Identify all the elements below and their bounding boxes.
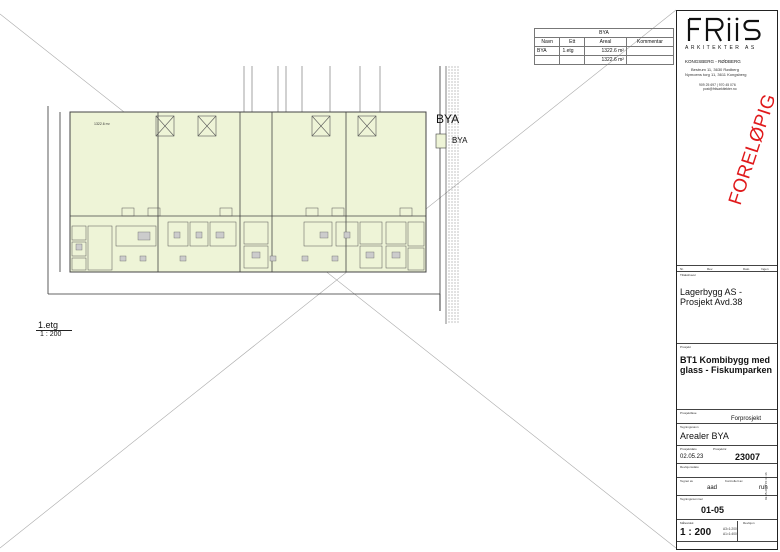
preliminary-stamp: FORELØPIG [725, 91, 780, 208]
bya-cell: 1322.6 m² [584, 55, 627, 65]
drawing-label: Tegningsnavn [680, 425, 699, 429]
bya-label-small: BYA [452, 136, 468, 145]
floor-plan [47, 66, 460, 324]
bya-cell: BYA [533, 46, 561, 56]
drawing-name: Arealer BYA [680, 431, 729, 441]
revdate-label: Revisjonsdato [680, 465, 699, 469]
checked-label: Kontrollert av [725, 479, 743, 483]
bya-label-large: BYA [436, 112, 460, 126]
phase-label: Prosjektfase [680, 411, 697, 415]
paper-size-1: A3=1:200 [723, 527, 737, 531]
date-value: 02.05.23 [680, 454, 704, 460]
floor-title: 1.etg [38, 320, 59, 330]
bya-cell [533, 55, 561, 65]
room-area-label: 1322.6 m² [94, 122, 110, 126]
project-label: Prosjekt [680, 345, 691, 349]
sheet-label: Tegningsnummer [680, 497, 704, 501]
projno-label: Prosjektnr. [713, 447, 728, 451]
projno-value: 23007 [735, 452, 761, 462]
bya-area-table: BYA Navn Ett Areal Kommentar BYA 1.etg 1… [533, 28, 675, 65]
firm-name: ARKITEKTER AS [685, 45, 757, 51]
paper-size-2: A1=1:400 [723, 532, 737, 536]
drawn-label: Tegnet av [680, 479, 694, 483]
bya-table-title: BYA [534, 28, 674, 38]
floor-scale: 1 : 200 [40, 331, 62, 338]
scale-label: Målestokk [680, 521, 694, 525]
bya-cell [625, 46, 675, 56]
bya-cell [625, 55, 675, 65]
revision-divider [737, 521, 738, 541]
sheet-number: 01-05 [701, 505, 725, 515]
bya-col-header: Areal [584, 37, 627, 47]
client-name: Lagerbygg AS - Prosjekt Avd.38 [680, 287, 743, 307]
bya-cell: 1322.6 m² [584, 46, 627, 56]
project-name: BT1 Kombibygg med glass - Fiskumparken [680, 355, 773, 375]
scale-value: 1 : 200 [680, 527, 712, 538]
firm-logo-icon [687, 17, 761, 42]
title-block: ARKITEKTER AS KONGSBERG - RØDBERG Bestru… [676, 10, 780, 550]
bya-cell [559, 55, 586, 65]
client-label: Tiltakshaver [680, 273, 697, 277]
plot-timestamp: 02.05.2024 15:41:36 [764, 472, 768, 500]
bya-col-header: Ett [559, 37, 586, 47]
phase-value: Forprosjekt [731, 416, 762, 422]
terrain-strip [448, 66, 460, 324]
bya-col-header: Kommentar [625, 37, 675, 47]
firm-locations: KONGSBERG - RØDBERG [685, 59, 741, 64]
revision-label: Revisjon [743, 521, 755, 525]
firm-email: post@friisarkitekter.no [703, 87, 737, 91]
bya-cell: 1.etg [559, 46, 586, 56]
firm-address-2: Nymoens torg 11, 3611 Kongsberg [685, 72, 747, 77]
bya-col-header: Navn [533, 37, 561, 47]
drawn-value: aad [707, 485, 718, 491]
date-label: Prosjektdato [680, 447, 697, 451]
